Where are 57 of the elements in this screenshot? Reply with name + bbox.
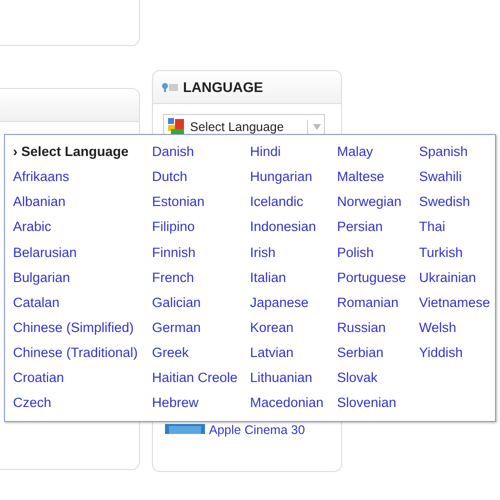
language-option[interactable]: French <box>152 268 194 286</box>
language-option[interactable]: Galician <box>152 294 201 311</box>
language-option[interactable]: Danish <box>152 143 194 160</box>
language-option[interactable]: Chinese (Simplified) <box>13 318 134 336</box>
language-option[interactable]: Estonian <box>152 193 205 210</box>
language-option[interactable]: Finnish <box>152 244 196 261</box>
language-option[interactable]: Polish <box>337 244 374 261</box>
language-option[interactable]: Ukrainian <box>419 268 476 286</box>
language-option[interactable]: Serbian <box>337 344 384 362</box>
panel-title: LANGUAGE <box>183 79 264 95</box>
language-option[interactable]: Welsh <box>419 318 456 336</box>
language-option[interactable]: Belarusian <box>13 244 77 261</box>
language-option[interactable]: Latvian <box>250 344 294 362</box>
language-option[interactable]: Croatian <box>13 369 64 386</box>
product-link[interactable]: Apple Cinema 30 <box>209 424 305 436</box>
language-option[interactable]: Persian <box>337 218 383 236</box>
language-option[interactable]: Swedish <box>419 193 470 210</box>
caret-icon <box>312 123 322 131</box>
language-option[interactable]: Albanian <box>13 193 66 210</box>
language-option[interactable]: Greek <box>152 344 189 362</box>
language-option[interactable]: Thai <box>419 218 446 236</box>
language-option[interactable]: Indonesian <box>250 218 316 236</box>
language-option[interactable]: Yiddish <box>419 344 463 362</box>
language-option[interactable]: Slovenian <box>337 394 396 412</box>
language-option[interactable]: Afrikaans <box>13 168 70 186</box>
language-option[interactable]: Haitian Creole <box>152 369 238 386</box>
language-option[interactable]: German <box>152 318 201 336</box>
language-option[interactable]: Hindi <box>250 143 281 160</box>
language-option[interactable]: Macedonian <box>250 394 324 412</box>
language-option[interactable]: Bulgarian <box>13 268 70 286</box>
language-option[interactable]: Catalan <box>13 294 60 311</box>
language-option[interactable]: Japanese <box>250 294 309 311</box>
language-option[interactable]: Italian <box>250 268 286 286</box>
language-option[interactable]: Vietnamese <box>419 294 490 311</box>
language-option[interactable]: Hebrew <box>152 394 199 412</box>
language-option[interactable]: Swahili <box>419 168 462 186</box>
language-option[interactable]: Norwegian <box>337 193 402 210</box>
language-option[interactable]: Malay <box>337 143 374 160</box>
language-option[interactable]: Hungarian <box>250 168 312 186</box>
language-option[interactable]: Irish <box>250 244 276 261</box>
language-option[interactable]: Filipino <box>152 218 195 236</box>
language-option[interactable]: Slovak <box>337 369 378 386</box>
language-option[interactable]: Maltese <box>337 168 384 186</box>
language-option[interactable]: Russian <box>337 318 386 336</box>
language-option[interactable]: Spanish <box>419 143 468 160</box>
language-option[interactable]: Lithuanian <box>250 369 312 386</box>
language-option[interactable]: Romanian <box>337 294 399 311</box>
language-option[interactable]: Korean <box>250 318 294 336</box>
language-option[interactable]: › Select Language <box>13 143 129 160</box>
language-option[interactable]: Portuguese <box>337 268 406 286</box>
speech-icon <box>161 81 179 93</box>
language-option[interactable]: Chinese (Traditional) <box>13 344 138 362</box>
language-option[interactable]: Czech <box>13 394 52 412</box>
language-option[interactable]: Icelandic <box>250 193 304 210</box>
language-option[interactable]: Turkish <box>419 244 463 261</box>
language-option[interactable]: Arabic <box>13 218 52 236</box>
language-option[interactable]: Dutch <box>152 168 188 186</box>
